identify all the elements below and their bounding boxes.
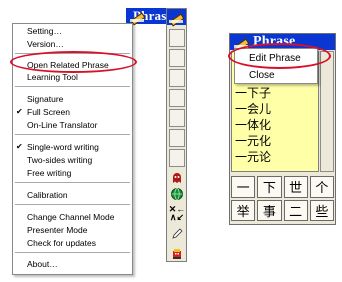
toolbar-cell[interactable] — [169, 89, 185, 107]
menu-check-updates[interactable]: Check for updates — [13, 237, 132, 249]
menu-full-screen[interactable]: ✔ Full Screen — [13, 106, 132, 118]
menu-separator — [15, 252, 130, 254]
phrase-title-bar[interactable]: Phrase — [126, 8, 172, 24]
menu-separator — [15, 204, 130, 206]
menu-change-channel-mode[interactable]: Change Channel Mode — [13, 211, 132, 223]
char-cell[interactable]: 一 — [231, 176, 256, 198]
phrase-item[interactable]: 一元论 — [235, 150, 271, 164]
highlight-oval-edit-phrase — [228, 43, 331, 69]
menu-setting[interactable]: Setting… — [13, 25, 132, 37]
menu-single-word-label: Single-word writing — [27, 142, 99, 152]
pen-icon — [168, 10, 185, 24]
char-cell[interactable]: 些 — [309, 199, 334, 221]
menu-signature[interactable]: Signature — [13, 93, 132, 105]
ctx-close[interactable]: Close — [249, 69, 275, 82]
phrase-item[interactable]: 一下子 — [235, 86, 271, 100]
character-grid: 一 下 世 个 举 事 二 些 — [231, 176, 334, 221]
char-cell[interactable]: 事 — [257, 199, 282, 221]
toolbar-cell[interactable] — [169, 149, 185, 167]
menu-separator — [15, 134, 130, 136]
phrase-item[interactable]: 一元化 — [235, 134, 271, 148]
menu-full-screen-label: Full Screen — [27, 107, 70, 117]
phrase-item[interactable]: 一体化 — [235, 118, 271, 132]
menu-online-translator[interactable]: On-Line Translator — [13, 119, 132, 131]
menu-presenter-mode[interactable]: Presenter Mode — [13, 224, 132, 236]
check-icon: ✔ — [16, 142, 23, 151]
pencil-icon[interactable] — [169, 225, 185, 242]
char-cell[interactable]: 世 — [283, 176, 308, 198]
toolbar-cell[interactable] — [169, 49, 185, 67]
toolbar-cell[interactable] — [169, 69, 185, 87]
globe-icon[interactable] — [169, 185, 185, 202]
highlight-oval-open-related-phrase — [10, 51, 137, 73]
char-cell[interactable]: 二 — [283, 199, 308, 221]
toolbar-cell[interactable] — [169, 109, 185, 127]
menu-single-word-writing[interactable]: ✔ Single-word writing — [13, 141, 132, 153]
ghost-icon[interactable] — [169, 169, 185, 186]
phrase-item[interactable]: 一会儿 — [235, 102, 271, 116]
menu-version[interactable]: Version… — [13, 38, 132, 50]
menu-free-writing[interactable]: Free writing — [13, 167, 132, 179]
menu-calibration[interactable]: Calibration — [13, 189, 132, 201]
toolbar-cell[interactable] — [169, 29, 185, 47]
vertical-toolbar: ✕← ∧↙ — [166, 8, 187, 262]
char-cell[interactable]: 举 — [231, 199, 256, 221]
menu-about[interactable]: About… — [13, 258, 132, 270]
arrows-icon[interactable]: ✕← ∧↙ — [169, 204, 186, 221]
check-icon: ✔ — [16, 107, 23, 116]
menu-two-sides-writing[interactable]: Two-sides writing — [13, 154, 132, 166]
toolbar-cell[interactable] — [169, 129, 185, 147]
char-cell[interactable]: 下 — [257, 176, 282, 198]
char-cell[interactable]: 个 — [309, 176, 334, 198]
toolbar-pen-button[interactable] — [167, 9, 186, 25]
menu-separator — [15, 86, 130, 88]
menu-separator — [15, 182, 130, 184]
red-robot-icon[interactable] — [169, 245, 185, 262]
phrase-scrollbar[interactable] — [320, 51, 334, 172]
